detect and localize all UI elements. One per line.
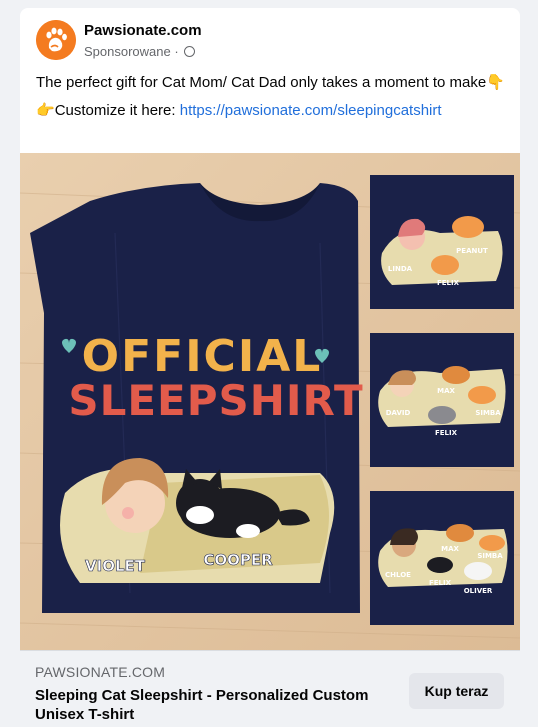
paw-logo-icon (36, 20, 76, 60)
shop-now-button[interactable]: Kup teraz (409, 673, 504, 709)
ad-image[interactable]: OFFICIAL SLEEPSHIRT VIOLET COOPER PEANUT… (20, 153, 520, 650)
thumb2-name-4: FELIX (435, 429, 458, 437)
thumb3-name-1: MAX (441, 545, 459, 553)
product-image: OFFICIAL SLEEPSHIRT VIOLET COOPER PEANUT… (20, 153, 520, 650)
person-name-label: VIOLET (85, 557, 146, 575)
shirt-text-official: OFFICIAL (82, 331, 323, 382)
thumb1-name-1: PEANUT (456, 247, 488, 255)
thumb1-name-3: FELIX (437, 279, 460, 287)
post-text-line-1: The perfect gift for Cat Mom/ Cat Dad on… (36, 72, 506, 93)
thumb3-name-4: FELIX (429, 579, 452, 587)
thumb3-name-5: OLIVER (464, 587, 493, 595)
variant-thumbnail-3: MAX SIMBA CHLOE FELIX OLIVER (370, 491, 514, 625)
post-text: The perfect gift for Cat Mom/ Cat Dad on… (36, 72, 506, 128)
variant-thumbnail-2: MAX DAVID SIMBA FELIX (370, 333, 514, 467)
separator-dot: · (174, 44, 179, 59)
customize-label: Customize it here: (54, 102, 180, 119)
link-domain: PAWSIONATE.COM (35, 664, 166, 680)
cat-name-label: COOPER (203, 551, 273, 569)
pointing-right-emoji-icon: 👉 (36, 102, 55, 119)
globe-icon (184, 46, 196, 57)
sponsored-text: Sponsorowane (84, 44, 171, 59)
post-header: Pawsionate.com Sponsorowane · (36, 20, 504, 64)
thumb3-name-2: SIMBA (477, 552, 503, 560)
thumb2-name-3: SIMBA (475, 409, 501, 417)
sponsored-label[interactable]: Sponsorowane · (84, 44, 196, 59)
page-name[interactable]: Pawsionate.com (84, 22, 202, 39)
post-text-line-2: 👉Customize it here: https://pawsionate.c… (36, 100, 506, 121)
sponsored-post-card: Pawsionate.com Sponsorowane · The perfec… (20, 8, 520, 727)
thumb3-name-3: CHLOE (385, 571, 411, 579)
main-illustration: VIOLET COOPER (60, 458, 335, 583)
thumb1-name-2: LINDA (388, 265, 413, 273)
customize-link[interactable]: https://pawsionate.com/sleepingcatshirt (180, 102, 442, 119)
page-avatar[interactable] (36, 20, 76, 60)
thumb2-name-1: MAX (437, 387, 455, 395)
variant-thumbnail-1: PEANUT LINDA FELIX (370, 175, 514, 309)
post-text-body: The perfect gift for Cat Mom/ Cat Dad on… (36, 74, 487, 91)
pointing-down-emoji-icon: 👇 (486, 74, 505, 91)
thumb2-name-2: DAVID (386, 409, 411, 417)
link-title: Sleeping Cat Sleepshirt - Personalized C… (35, 687, 369, 723)
shirt-text-sleepshirt: SLEEPSHIRT (68, 376, 363, 425)
ad-link-footer[interactable]: PAWSIONATE.COM Sleeping Cat Sleepshirt -… (20, 650, 520, 727)
